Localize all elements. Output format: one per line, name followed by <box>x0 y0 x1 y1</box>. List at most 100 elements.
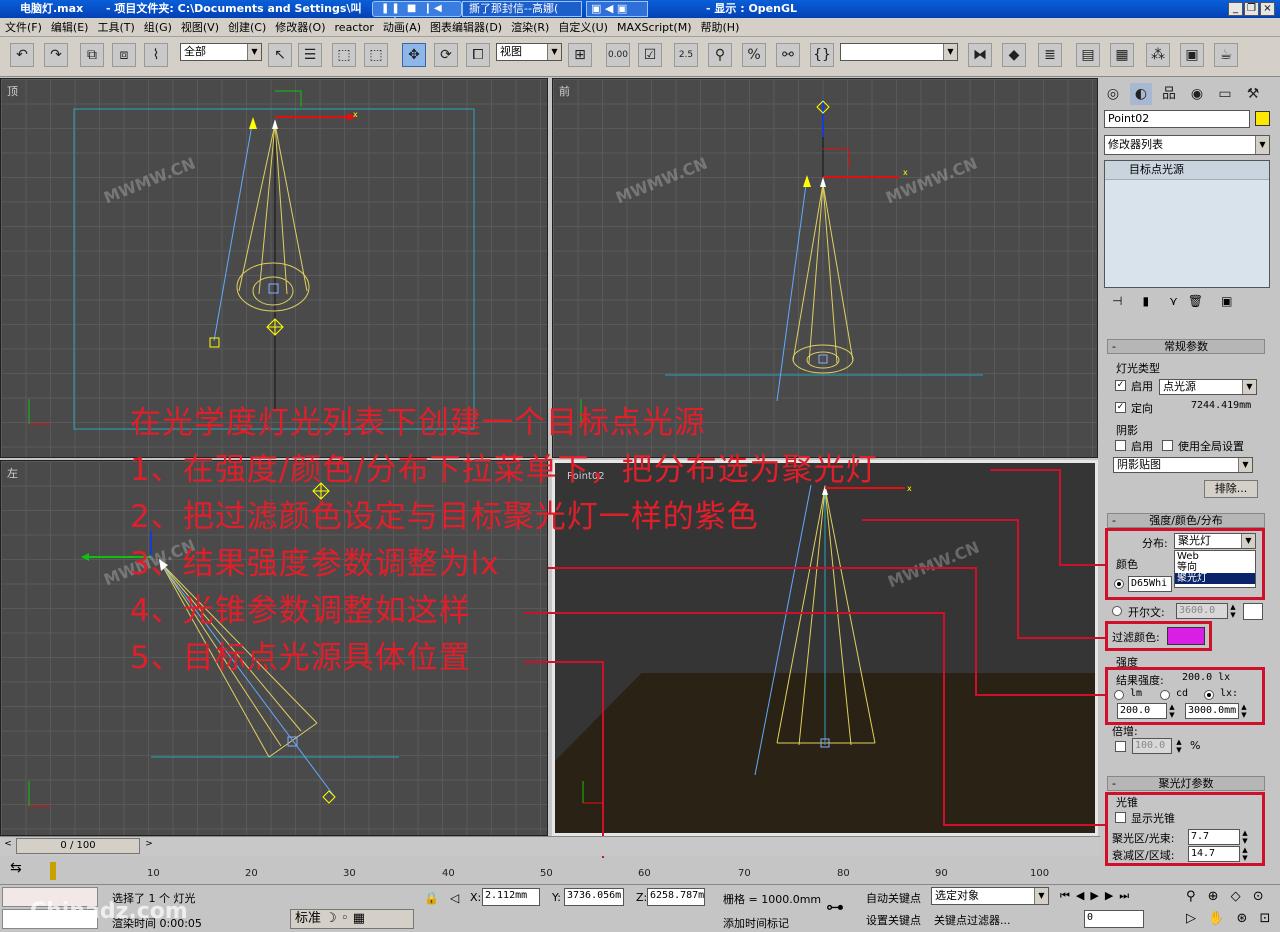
modifier-stack[interactable]: 目标点光源 <box>1104 160 1270 288</box>
menu-animation[interactable]: 动画(A) <box>383 21 421 34</box>
curve-editor-icon[interactable]: ▤ <box>1076 43 1100 67</box>
current-frame-field[interactable]: 0 <box>1084 910 1144 928</box>
general-params-header[interactable]: - 常规参数 <box>1107 339 1265 354</box>
multiplier-field[interactable]: 100.0 <box>1132 738 1172 754</box>
ime-toolbar[interactable]: 标准 ☽ ◦ ▦ <box>290 909 414 929</box>
align-icon[interactable]: ◆ <box>1002 43 1026 67</box>
menu-graph-editors[interactable]: 图表编辑器(D) <box>430 21 502 34</box>
render-scene-icon[interactable]: ▣ <box>1180 43 1204 67</box>
angle-snap-icon[interactable]: 2.5 <box>674 43 698 67</box>
modify-tab-icon[interactable]: ◐ <box>1130 83 1152 105</box>
y-coordinate-field[interactable]: 3736.056m <box>564 888 624 906</box>
display-tab-icon[interactable]: ▭ <box>1214 83 1236 105</box>
time-slider-thumb[interactable]: 0 / 100 <box>16 838 140 854</box>
chevron-right-icon[interactable]: > <box>143 839 155 853</box>
configure-sets-icon[interactable]: ▣ <box>1221 294 1232 308</box>
utilities-tab-icon[interactable]: ⚒ <box>1242 83 1264 105</box>
select-object-icon[interactable]: ↖ <box>268 43 292 67</box>
make-unique-icon[interactable]: ⋎ <box>1169 294 1178 308</box>
select-by-name-icon[interactable]: ☰ <box>298 43 322 67</box>
menu-help[interactable]: 帮助(H) <box>701 21 740 34</box>
track-bar[interactable]: ⇆ 10 20 30 40 50 60 70 80 90 100 <box>0 858 1100 884</box>
object-name-field[interactable]: Point02 <box>1104 110 1250 128</box>
shadow-type-dropdown[interactable]: 阴影贴图 ▼ <box>1113 457 1253 473</box>
rotate-icon[interactable]: ⟳ <box>434 43 458 67</box>
named-selection-dropdown[interactable]: ▼ <box>840 43 958 61</box>
multiplier-spinner-arrows[interactable]: ▲ ▼ <box>1174 738 1184 754</box>
playback-controls[interactable]: ⏮◀▶▶⏭ <box>1060 889 1135 903</box>
restore-button[interactable]: ❐ <box>1244 2 1259 16</box>
percent-snap-toggle-icon[interactable]: % <box>742 43 766 67</box>
taskbar-item[interactable]: ▣ ◀ ▣ <box>586 1 648 17</box>
mini-curve-editor-icon[interactable]: ⇆ <box>10 860 30 880</box>
x-coordinate-field[interactable]: 2.112mm <box>482 888 540 906</box>
menu-modifiers[interactable]: 修改器(O) <box>275 21 325 34</box>
spinner-snap-icon[interactable]: ☑ <box>638 43 662 67</box>
light-enable-checkbox[interactable]: ✓ <box>1115 380 1126 391</box>
pin-stack-icon[interactable]: ⊣ <box>1112 294 1122 308</box>
viewport-nav-controls-2[interactable]: ▷ ✋ ⊛ ⊡ <box>1186 911 1274 926</box>
taskbar-media-controls[interactable]: ❚❚ ■ ❙◀ ▶❙ ◀ ▾ <box>372 1 462 28</box>
lock-selection-icon[interactable]: 🔒 <box>424 891 439 905</box>
menu-tools[interactable]: 工具(T) <box>97 21 134 34</box>
hierarchy-tab-icon[interactable]: 品 <box>1158 83 1180 105</box>
scale-icon[interactable]: ⧠ <box>466 43 490 67</box>
viewport-nav-controls[interactable]: ⚲ ⊕ ◇ ⊙ <box>1186 889 1268 904</box>
absolute-mode-icon[interactable]: ◁ <box>450 891 459 905</box>
layer-manager-icon[interactable]: ≣ <box>1038 43 1062 67</box>
menu-reactor[interactable]: reactor <box>335 21 374 34</box>
close-button[interactable]: × <box>1260 2 1275 16</box>
link-icon[interactable]: ⧉ <box>80 43 104 67</box>
edit-named-selection-icon[interactable]: {} <box>810 43 834 67</box>
motion-tab-icon[interactable]: ◉ <box>1186 83 1208 105</box>
exclude-button[interactable]: 排除... <box>1204 480 1258 498</box>
light-type-dropdown[interactable]: 点光源 ▼ <box>1159 379 1257 395</box>
z-coordinate-field[interactable]: 6258.787m <box>647 888 705 906</box>
create-tab-icon[interactable]: ◎ <box>1102 83 1124 105</box>
reference-coord-dropdown[interactable]: 视图 ▼ <box>496 43 562 61</box>
set-key-button[interactable]: 设置关键点 <box>866 912 921 928</box>
chevron-left-icon[interactable]: < <box>2 839 14 853</box>
menu-create[interactable]: 创建(C) <box>228 21 266 34</box>
selection-filter-dropdown[interactable]: 全部 ▼ <box>180 43 262 61</box>
kelvin-radio[interactable] <box>1112 606 1122 616</box>
key-filters-button[interactable]: 关键点过滤器... <box>934 912 1011 928</box>
multiplier-checkbox[interactable] <box>1115 741 1126 752</box>
mirror-icon[interactable]: ⧓ <box>968 43 992 67</box>
bind-space-warp-icon[interactable]: ⌇ <box>144 43 168 67</box>
menu-rendering[interactable]: 渲染(R) <box>511 21 549 34</box>
kelvin-field[interactable]: 3600.0 <box>1176 603 1228 619</box>
add-time-tag-button[interactable]: 添加时间标记 <box>723 915 789 931</box>
menu-edit[interactable]: 编辑(E) <box>51 21 89 34</box>
menu-file[interactable]: 文件(F) <box>5 21 42 34</box>
menu-maxscript[interactable]: MAXScript(M) <box>617 21 692 34</box>
key-icon[interactable]: ⊶ <box>826 897 844 918</box>
pivot-center-icon[interactable]: ⊞ <box>568 43 592 67</box>
auto-key-button[interactable]: 自动关键点 <box>866 890 921 906</box>
snap-toggle-icon[interactable]: ⚲ <box>708 43 732 67</box>
menu-customize[interactable]: 自定义(U) <box>558 21 608 34</box>
unlink-icon[interactable]: ⧈ <box>112 43 136 67</box>
kelvin-spinner-arrows[interactable]: ▲ ▼ <box>1228 603 1238 619</box>
stack-item[interactable]: 目标点光源 <box>1105 161 1269 180</box>
material-editor-icon[interactable]: ⁂ <box>1146 43 1170 67</box>
taskbar-chat-window[interactable]: 撕了那封信--高娜( <box>462 1 582 17</box>
show-end-result-icon[interactable]: ▮ <box>1142 294 1149 308</box>
undo-icon[interactable]: ↶ <box>10 43 34 67</box>
use-global-checkbox[interactable] <box>1162 440 1173 451</box>
redo-icon[interactable]: ↷ <box>44 43 68 67</box>
spotlight-params-header[interactable]: - 聚光灯参数 <box>1107 776 1265 791</box>
menu-group[interactable]: 组(G) <box>144 21 172 34</box>
targeted-checkbox[interactable]: ✓ <box>1115 402 1126 413</box>
shadow-enable-checkbox[interactable] <box>1115 440 1126 451</box>
rectangular-selection-icon[interactable]: ⬚ <box>332 43 356 67</box>
modifier-list-dropdown[interactable]: 修改器列表 ▼ <box>1104 135 1270 155</box>
remove-modifier-icon[interactable]: 🗑 <box>1188 294 1203 308</box>
quick-render-icon[interactable]: ☕ <box>1214 43 1238 67</box>
percent-snap-icon[interactable]: 0.00 <box>606 43 630 67</box>
object-color-swatch[interactable] <box>1255 111 1270 126</box>
menu-views[interactable]: 视图(V) <box>181 21 219 34</box>
minimize-button[interactable]: _ <box>1228 2 1243 16</box>
key-mode-dropdown[interactable]: 选定对象 ▼ <box>931 887 1049 905</box>
intensity-header[interactable]: - 强度/颜色/分布 <box>1107 513 1265 528</box>
